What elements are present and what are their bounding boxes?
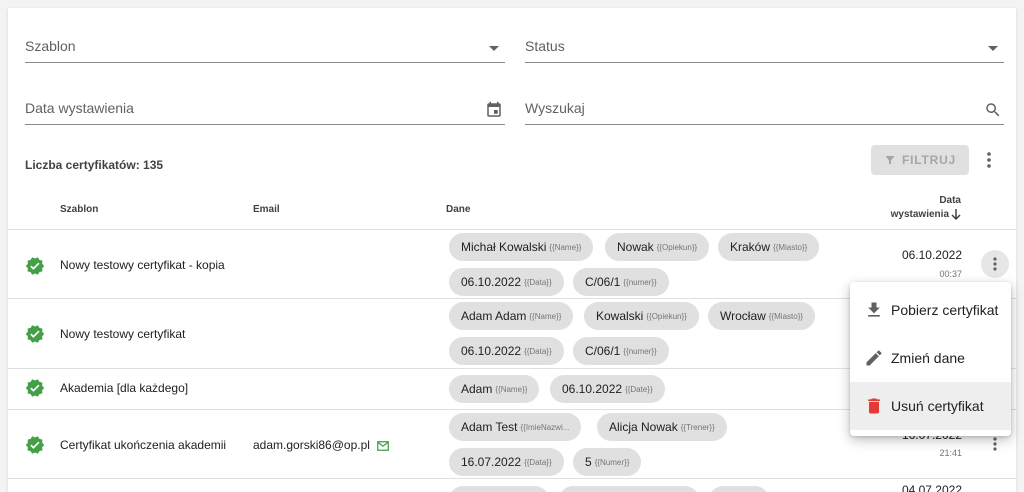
edit-pencil-icon: [862, 346, 886, 370]
verified-check-icon: [25, 257, 45, 275]
certificate-count: Liczba certyfikatów: 135: [25, 158, 164, 172]
data-chip: Adam {{Name}}: [449, 375, 540, 403]
sort-arrow-down-icon: [951, 209, 961, 220]
search-input-label: Wyszukaj: [525, 100, 585, 116]
data-chip: Nowak {{Opiekun}}: [605, 233, 710, 261]
verified-check-icon: [25, 379, 45, 397]
search-icon[interactable]: [982, 99, 1004, 121]
data-chip: Adam Test {{ImieNazwi...: [449, 413, 582, 441]
status-select[interactable]: Status: [525, 35, 1004, 63]
row-email: adam.gorski86@op.pl: [253, 438, 390, 452]
download-icon: [862, 298, 886, 322]
data-chip: Wrocław {{Miasto}}: [708, 302, 816, 330]
data-chip: C/06/1 {{numer}}: [573, 268, 669, 296]
col-header-date-line2: wystawienia: [890, 209, 949, 220]
status-select-label: Status: [525, 38, 565, 54]
email-address: adam.gorski86@op.pl: [253, 438, 370, 452]
row-more-icon[interactable]: [981, 250, 1009, 278]
calendar-icon[interactable]: [483, 99, 505, 121]
data-chip: [709, 486, 769, 492]
issue-date: 06.10.2022: [901, 248, 962, 262]
data-chip: 06.10.2022 {{Data}}: [449, 337, 564, 365]
search-input[interactable]: Wyszukaj: [525, 97, 1004, 125]
data-chip: 06.10.2022 {{Data}}: [449, 268, 564, 296]
row-context-menu: Pobierz certyfikat Zmień dane Usuń certy…: [850, 282, 1011, 436]
dropdown-arrow-icon: [982, 37, 1004, 59]
issue-time: 21:41: [939, 448, 962, 458]
row-template-name: Akademia [dla każdego]: [60, 381, 189, 395]
data-chip: [559, 486, 699, 492]
row-template-name: Nowy testowy certyfikat - kopia: [60, 258, 225, 272]
issue-date: 04.07.2022: [901, 483, 962, 492]
row-template-name: Nowy testowy certyfikat: [60, 327, 186, 341]
data-chip: [449, 486, 549, 492]
verified-check-icon: [25, 325, 45, 343]
template-select[interactable]: Szablon: [25, 35, 505, 63]
data-chip: Alicja Nowak {{Trener}}: [597, 413, 727, 441]
menu-item-label: Usuń certyfikat: [891, 398, 984, 414]
dropdown-arrow-icon: [483, 37, 505, 59]
data-chip: 16.07.2022 {{Data}}: [449, 448, 564, 476]
issue-date-field[interactable]: Data wystawienia: [25, 97, 505, 125]
template-select-label: Szablon: [25, 38, 76, 54]
row-divider: [8, 478, 1016, 479]
data-chip: Michał Kowalski {{Name}}: [449, 233, 594, 261]
data-chip: C/06/1 {{numer}}: [573, 337, 669, 365]
col-header-data[interactable]: Dane: [446, 204, 470, 215]
col-header-template[interactable]: Szablon: [60, 204, 98, 215]
delete-trash-icon: [862, 394, 886, 418]
filter-funnel-icon: [885, 156, 895, 165]
menu-item-download[interactable]: Pobierz certyfikat: [850, 286, 1011, 334]
header-divider: [8, 229, 1016, 230]
data-chip: Adam Adam {{Name}}: [449, 302, 574, 330]
data-chip: Kraków {{Miasto}}: [718, 233, 820, 261]
col-header-email[interactable]: Email: [253, 204, 280, 215]
toolbar-more-icon[interactable]: [975, 146, 1003, 174]
menu-item-label: Zmień dane: [891, 350, 965, 366]
menu-item-delete[interactable]: Usuń certyfikat: [850, 382, 1011, 430]
verified-check-icon: [25, 436, 45, 454]
issue-time: 00:37: [939, 269, 962, 279]
data-chip: 06.10.2022 {{Date}}: [550, 375, 665, 403]
menu-item-edit[interactable]: Zmień dane: [850, 334, 1011, 382]
col-header-date-line1: Data: [939, 195, 961, 206]
filter-button[interactable]: FILTRUJ: [871, 145, 969, 175]
filter-button-label: FILTRUJ: [901, 153, 957, 167]
data-chip: Kowalski {{Opiekun}}: [584, 302, 699, 330]
menu-item-label: Pobierz certyfikat: [891, 302, 999, 318]
mail-icon: [377, 440, 390, 451]
data-chip: 5 {{Numer}}: [573, 448, 642, 476]
col-header-issue-date[interactable]: Data wystawienia: [868, 195, 961, 220]
row-template-name: Certyfikat ukończenia akademii: [60, 438, 227, 452]
issue-date-label: Data wystawienia: [25, 100, 134, 116]
